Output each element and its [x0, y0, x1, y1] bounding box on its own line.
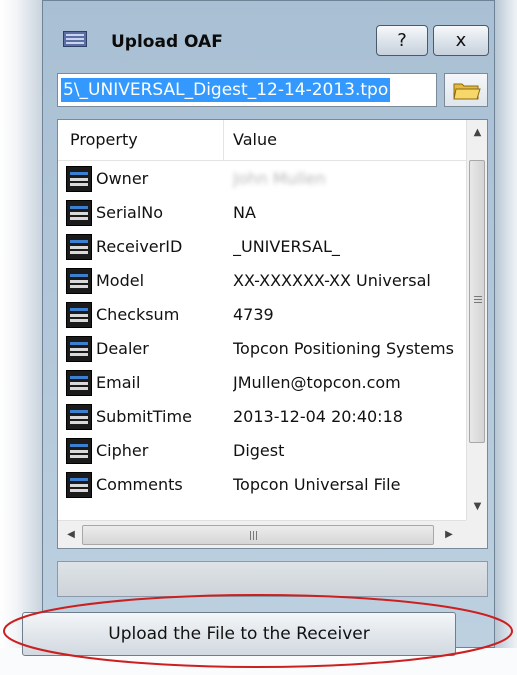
file-path-text: 5\_UNIVERSAL_Digest_12-14-2013.tpo — [61, 78, 391, 102]
table-row[interactable]: Cipher Digest — [58, 435, 466, 467]
property-icon — [66, 438, 92, 464]
property-value: XX-XXXXXX-XX Universal — [233, 271, 431, 290]
background-left — [0, 0, 42, 675]
vertical-scroll-thumb[interactable] — [469, 160, 485, 443]
table-row[interactable]: Email JMullen@topcon.com — [58, 367, 466, 399]
property-value: _UNIVERSAL_ — [233, 237, 340, 256]
grip-icon — [250, 531, 251, 540]
property-name: Email — [96, 373, 141, 392]
table-row[interactable]: ReceiverID _UNIVERSAL_ — [58, 231, 466, 263]
table-row[interactable]: Comments Topcon Universal File — [58, 469, 466, 501]
property-name: Cipher — [96, 441, 149, 460]
property-value: 2013-12-04 20:40:18 — [233, 407, 403, 426]
property-value: Topcon Positioning Systems — [233, 339, 454, 358]
property-grid: Property Value Owner John Mullen SerialNo N… — [57, 119, 488, 549]
property-icon — [66, 302, 92, 328]
help-label: ? — [397, 30, 407, 51]
property-value: Topcon Universal File — [233, 475, 401, 494]
scroll-down-icon[interactable]: ▼ — [467, 496, 487, 518]
scroll-right-icon[interactable]: ▶ — [438, 521, 460, 548]
property-name: Owner — [96, 169, 149, 188]
upload-button-label: Upload the File to the Receiver — [108, 624, 370, 644]
property-name: ReceiverID — [96, 237, 183, 256]
property-value: 4739 — [233, 305, 274, 324]
grip-icon — [474, 296, 482, 297]
property-name: Model — [96, 271, 145, 290]
table-row[interactable]: SubmitTime 2013-12-04 20:40:18 — [58, 401, 466, 433]
progress-bar — [57, 561, 488, 597]
property-name: SerialNo — [96, 203, 164, 222]
upload-oaf-dialog: Upload OAF ? x 5\_UNIVERSAL_Digest_12-14… — [42, 0, 495, 648]
property-icon — [66, 166, 92, 192]
property-value: NA — [233, 203, 256, 222]
close-button[interactable]: x — [433, 25, 489, 56]
property-value: JMullen@topcon.com — [233, 373, 401, 392]
property-icon — [66, 472, 92, 498]
file-path-input[interactable]: 5\_UNIVERSAL_Digest_12-14-2013.tpo — [57, 73, 437, 107]
title-bar: Upload OAF ? x — [43, 1, 494, 59]
property-icon — [66, 336, 92, 362]
property-value: John Mullen — [233, 169, 326, 188]
dialog-title: Upload OAF — [111, 32, 223, 52]
scroll-up-icon[interactable]: ▲ — [467, 122, 487, 144]
table-row[interactable]: Model XX-XXXXXX-XX Universal — [58, 265, 466, 297]
property-name: SubmitTime — [96, 407, 192, 426]
browse-button[interactable] — [444, 73, 488, 107]
close-label: x — [455, 30, 467, 51]
table-row[interactable]: SerialNo NA — [58, 197, 466, 229]
property-icon — [66, 200, 92, 226]
property-name: Comments — [96, 475, 183, 494]
property-icon — [66, 404, 92, 430]
column-header-property[interactable]: Property — [70, 130, 138, 149]
horizontal-scroll-thumb[interactable] — [82, 525, 434, 545]
property-icon — [66, 234, 92, 260]
table-row[interactable]: Dealer Topcon Positioning Systems — [58, 333, 466, 365]
property-value: Digest — [233, 441, 285, 460]
column-header-value[interactable]: Value — [233, 130, 277, 149]
property-icon — [66, 268, 92, 294]
background-right — [495, 0, 517, 675]
app-icon — [63, 31, 87, 47]
property-name: Checksum — [96, 305, 180, 324]
scrollbar-corner — [466, 520, 487, 548]
property-name: Dealer — [96, 339, 149, 358]
property-icon — [66, 370, 92, 396]
vertical-scrollbar[interactable]: ▲ ▼ — [466, 120, 487, 520]
column-divider[interactable] — [223, 120, 224, 160]
help-button[interactable]: ? — [376, 25, 428, 56]
folder-icon — [453, 83, 481, 100]
grid-header: Property Value — [58, 120, 466, 161]
horizontal-scrollbar[interactable]: ◀ ▶ — [58, 520, 466, 548]
table-row[interactable]: Checksum 4739 — [58, 299, 466, 331]
upload-button[interactable]: Upload the File to the Receiver — [22, 612, 456, 656]
scroll-left-icon[interactable]: ◀ — [60, 521, 82, 548]
table-row[interactable]: Owner John Mullen — [58, 163, 466, 195]
